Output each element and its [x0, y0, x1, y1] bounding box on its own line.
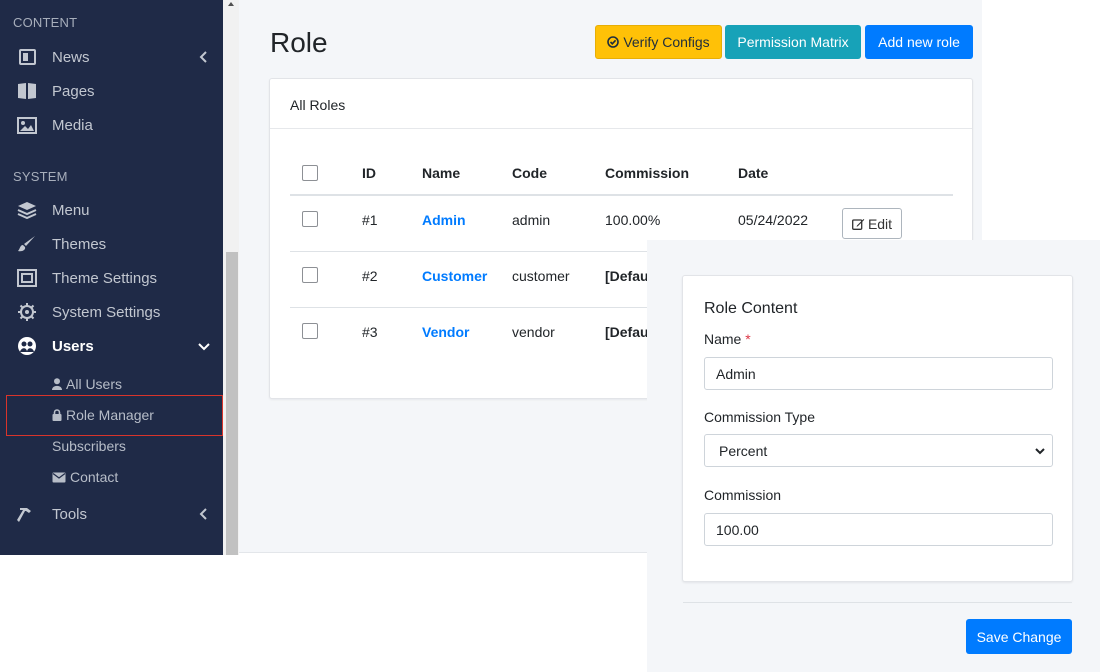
sidebar-item-label: Pages [52, 82, 95, 100]
cell-code: customer [512, 268, 570, 284]
add-new-role-button[interactable]: Add new role [865, 25, 973, 59]
commission-field[interactable]: 100.00 [704, 513, 1053, 546]
panel-title: Role Content [704, 300, 798, 317]
app-window: CONTENT News Pages Media SYSTEM Menu The… [0, 0, 1100, 672]
sidebar-item-users[interactable]: Users [0, 331, 223, 361]
row-checkbox[interactable] [302, 211, 318, 227]
sidebar-item-themes[interactable]: Themes [0, 229, 223, 259]
row-checkbox[interactable] [302, 323, 318, 339]
cell-code: admin [512, 212, 551, 228]
commission-type-value: Percent [719, 442, 768, 459]
name-label-text: Name [704, 331, 742, 347]
sidebar-item-label: Theme Settings [52, 269, 158, 287]
commission-type-label: Commission Type [704, 409, 816, 425]
envelope-icon [52, 472, 66, 482]
role-manager-highlight [6, 395, 223, 436]
column-header-code[interactable]: Code [512, 165, 547, 181]
name-label: Name * [704, 331, 751, 347]
permission-matrix-label: Permission Matrix [737, 34, 849, 50]
verify-configs-label: Verify Configs [623, 34, 710, 50]
table-header-divider [290, 194, 953, 196]
cell-commission: [Defau [605, 268, 649, 284]
role-edit-panel: Role Content Name * Admin Commission Typ… [647, 240, 1100, 672]
verify-configs-button[interactable]: Verify Configs [595, 25, 722, 59]
row-checkbox[interactable] [302, 267, 318, 283]
hammer-icon [16, 504, 38, 524]
chevron-down-icon [1035, 448, 1045, 455]
save-change-button[interactable]: Save Change [966, 619, 1072, 654]
role-name-link[interactable]: Vendor [422, 324, 469, 340]
permission-matrix-button[interactable]: Permission Matrix [725, 25, 861, 59]
sidebar-item-tools[interactable]: Tools [0, 499, 223, 529]
sidebar-item-pages[interactable]: Pages [0, 76, 223, 106]
sidebar-item-label: Menu [52, 201, 90, 219]
sidebar-item-label: Users [52, 337, 94, 355]
sidebar-item-label: News [52, 48, 90, 66]
sidebar-subitem-label: Contact [70, 469, 119, 485]
sidebar-item-label: Media [52, 116, 93, 134]
book-icon [16, 81, 38, 101]
cell-id: #2 [362, 268, 378, 284]
cell-commission: 100.00% [605, 212, 661, 228]
sidebar-subitem-subscribers[interactable]: Subscribers [52, 434, 126, 458]
role-name-link[interactable]: Admin [422, 212, 466, 228]
user-icon [52, 378, 62, 390]
sidebar-item-label: System Settings [52, 303, 161, 321]
column-header-name[interactable]: Name [422, 165, 460, 181]
sidebar-section-system: SYSTEM [13, 169, 68, 184]
cell-code: vendor [512, 324, 555, 340]
edit-button[interactable]: Edit [842, 208, 902, 239]
check-circle-icon [607, 36, 620, 48]
commission-label: Commission [704, 487, 782, 503]
column-header-date[interactable]: Date [738, 165, 768, 181]
paintbrush-icon [16, 234, 38, 254]
sidebar-item-label: Themes [52, 235, 107, 253]
sidebar-item-label: Tools [52, 505, 88, 523]
chevron-left-icon [199, 51, 207, 63]
commission-type-select[interactable]: Percent [704, 434, 1053, 467]
card-title: All Roles [290, 97, 346, 113]
sidebar-subitem-contact[interactable]: Contact [52, 465, 118, 489]
cell-commission: [Defau [605, 324, 649, 340]
newspaper-icon [16, 47, 38, 67]
cell-date: 05/24/2022 [738, 212, 809, 228]
scroll-up-arrow-icon[interactable] [227, 0, 235, 8]
add-new-role-label: Add new role [878, 34, 960, 50]
sidebar-item-system-settings[interactable]: System Settings [0, 297, 223, 327]
sidebar-item-media[interactable]: Media [0, 110, 223, 140]
scrollbar-thumb[interactable] [226, 252, 238, 555]
role-content-card: Role Content Name * Admin Commission Typ… [682, 275, 1073, 582]
cell-id: #3 [362, 324, 378, 340]
panel-divider [683, 602, 1072, 603]
sidebar-item-menu[interactable]: Menu [0, 195, 223, 225]
layers-icon [16, 200, 38, 220]
users-icon [16, 336, 38, 356]
edit-label: Edit [867, 215, 893, 232]
sidebar: CONTENT News Pages Media SYSTEM Menu The… [0, 0, 223, 555]
cell-id: #1 [362, 212, 378, 228]
sidebar-section-content: CONTENT [13, 15, 78, 30]
gear-icon [16, 302, 38, 322]
role-name-link[interactable]: Customer [422, 268, 487, 284]
chevron-down-icon [198, 343, 210, 351]
card-header: All Roles [270, 79, 972, 129]
edit-icon [851, 218, 865, 230]
column-header-id[interactable]: ID [362, 165, 376, 181]
sidebar-subitem-label: Subscribers [52, 438, 126, 454]
required-mark: * [745, 331, 751, 347]
name-field[interactable]: Admin [704, 357, 1053, 390]
column-header-commission[interactable]: Commission [605, 165, 689, 181]
sidebar-subitem-all-users[interactable]: All Users [52, 372, 122, 396]
select-all-checkbox[interactable] [302, 165, 318, 181]
sidebar-item-news[interactable]: News [0, 42, 223, 72]
page-title: Role [270, 27, 328, 58]
frame-icon [16, 268, 38, 288]
sidebar-item-theme-settings[interactable]: Theme Settings [0, 263, 223, 293]
chevron-left-icon [199, 508, 207, 520]
image-icon [16, 115, 38, 135]
sidebar-subitem-label: All Users [66, 376, 123, 392]
